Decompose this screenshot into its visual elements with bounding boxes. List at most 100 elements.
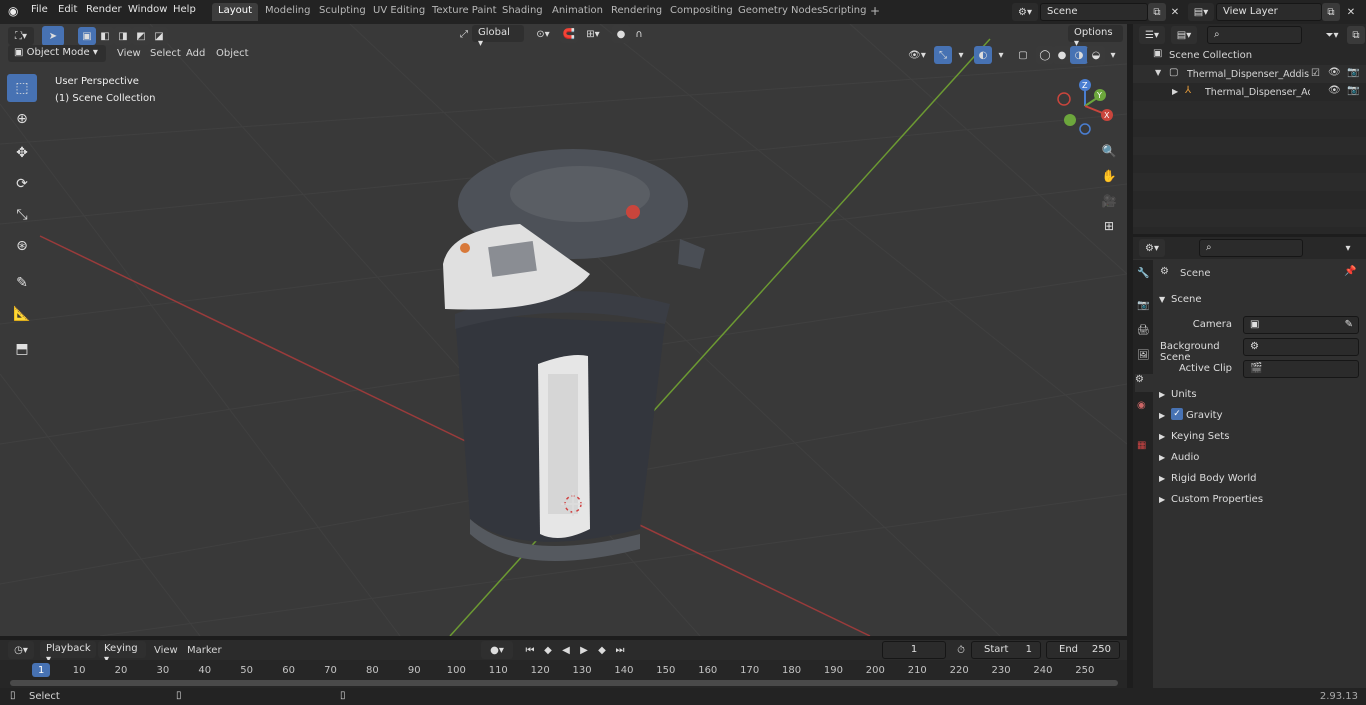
tab-uv-editing[interactable]: UV Editing <box>367 3 431 21</box>
menu-file[interactable]: File <box>31 4 48 15</box>
jump-end-icon[interactable]: ⏭ <box>611 641 629 659</box>
add-workspace-button[interactable]: + <box>870 4 880 18</box>
display-mode-icon[interactable]: ▤▾ <box>1171 26 1197 44</box>
shading-dropdown-icon[interactable]: ▾ <box>1104 46 1122 64</box>
overlay-icon[interactable]: ◐ <box>974 46 992 64</box>
view-layer-selector-icon[interactable]: ▤▾ <box>1188 3 1214 21</box>
current-frame-field[interactable]: 1 <box>882 641 946 659</box>
custom-properties-panel[interactable]: ▶ Custom Properties <box>1155 492 1363 512</box>
navigation-gizmo[interactable]: Z Y X <box>1055 74 1120 139</box>
transform-tool-icon[interactable]: ⊛ <box>7 232 37 260</box>
proportional-edit-icon[interactable]: ● <box>612 25 630 43</box>
object-visibility-eye-icon[interactable]: 👁 <box>1328 85 1341 96</box>
pivot-point-icon[interactable]: ⊙▾ <box>530 25 556 43</box>
timeline-editor-type-icon[interactable]: ◷▾ <box>8 641 34 659</box>
measure-tool-icon[interactable]: 📐 <box>7 300 37 328</box>
outliner-editor-type-icon[interactable]: ☰▾ <box>1139 26 1165 44</box>
units-panel[interactable]: ▶ Units <box>1155 387 1363 407</box>
zoom-view-icon[interactable]: 🔍 <box>1098 140 1120 162</box>
select-subtract-icon[interactable]: ◨ <box>114 27 132 45</box>
tab-modeling[interactable]: Modeling <box>259 3 317 21</box>
menu-render[interactable]: Render <box>86 4 122 15</box>
gizmo-icon[interactable]: ⤡ <box>934 46 952 64</box>
move-tool-icon[interactable]: ✥ <box>7 139 37 167</box>
transform-orientation-dropdown[interactable]: Global ▾ <box>472 25 524 49</box>
tab-compositing[interactable]: Compositing <box>664 3 739 21</box>
object-render-camera-icon[interactable]: 📷 <box>1347 85 1359 96</box>
proportional-falloff-icon[interactable]: ∩ <box>630 25 648 43</box>
copy-view-layer-icon[interactable]: ⧉ <box>1322 3 1340 21</box>
expand-object-icon[interactable]: ▶ <box>1172 87 1178 96</box>
add-cube-tool-icon[interactable]: ⬒ <box>7 335 37 363</box>
outliner-row-object[interactable]: ▶ ⅄ Thermal_Dispenser_Addi 👁 📷 <box>1133 83 1366 101</box>
tab-scripting[interactable]: Scripting <box>816 3 872 21</box>
gizmo-dropdown-icon[interactable]: ▾ <box>952 46 970 64</box>
rotate-tool-icon[interactable]: ⟳ <box>7 170 37 198</box>
mode-dropdown[interactable]: ▣ Object Mode ▾ <box>8 45 106 62</box>
select-tool-icon[interactable]: ➤ <box>42 26 64 46</box>
outliner-scene-collection[interactable]: Scene Collection <box>1169 50 1252 61</box>
next-keyframe-icon[interactable]: ◆ <box>593 641 611 659</box>
end-frame-field[interactable]: End 250 <box>1046 641 1120 659</box>
overlay-dropdown-icon[interactable]: ▾ <box>992 46 1010 64</box>
select-box-tool-icon[interactable]: ⬚ <box>7 74 37 102</box>
expand-collection-icon[interactable]: ▼ <box>1155 68 1161 77</box>
prev-keyframe-icon[interactable]: ◆ <box>539 641 557 659</box>
menu-edit[interactable]: Edit <box>58 4 77 15</box>
view-layer-field[interactable]: View Layer <box>1216 3 1322 21</box>
properties-options-icon[interactable]: ▾ <box>1339 239 1357 257</box>
options-dropdown[interactable]: Options ▾ <box>1068 25 1123 49</box>
select-intersect-icon[interactable]: ◩ <box>132 27 150 45</box>
camera-field[interactable]: ▣ ✎ <box>1243 316 1359 334</box>
start-frame-field[interactable]: Start 1 <box>971 641 1041 659</box>
pan-view-icon[interactable]: ✋ <box>1098 165 1120 187</box>
menu-help[interactable]: Help <box>173 4 196 15</box>
render-tab-icon[interactable]: 📷 <box>1137 300 1149 311</box>
visibility-icon[interactable]: 👁▾ <box>904 46 930 64</box>
output-tab-icon[interactable]: 🖨 <box>1137 325 1150 336</box>
material-shading-icon[interactable]: ◑ <box>1070 46 1088 64</box>
annotate-tool-icon[interactable]: ✎ <box>7 269 37 297</box>
tab-layout[interactable]: Layout <box>212 3 258 21</box>
exclude-checkbox-icon[interactable]: ☑ <box>1311 68 1320 79</box>
rigid-body-world-panel[interactable]: ▶ Rigid Body World <box>1155 471 1363 491</box>
select-invert-icon[interactable]: ◪ <box>150 27 168 45</box>
audio-panel[interactable]: ▶ Audio <box>1155 450 1363 470</box>
editor-type-icon[interactable]: ⛶▾ <box>8 27 34 45</box>
keying-sets-panel[interactable]: ▶ Keying Sets <box>1155 429 1363 449</box>
timeline-scrollbar[interactable] <box>10 680 1118 686</box>
3d-viewport[interactable]: ⛶▾ ➤ ▣ ◧ ◨ ◩ ◪ ⤢ Global ▾ ⊙▾ 🧲 ⊞▾ ● ∩ Op… <box>0 24 1127 636</box>
preview-range-icon[interactable]: ⏱ <box>952 641 970 659</box>
cursor-tool-icon[interactable]: ⊕ <box>7 105 37 133</box>
scale-tool-icon[interactable]: ⤡ <box>7 201 37 229</box>
viewport-menu-add[interactable]: Add <box>186 48 205 59</box>
visibility-eye-icon[interactable]: 👁 <box>1328 67 1341 78</box>
tab-shading[interactable]: Shading <box>496 3 549 21</box>
close-view-layer-icon[interactable]: ✕ <box>1342 3 1360 21</box>
xray-icon[interactable]: ▢ <box>1014 46 1032 64</box>
background-scene-field[interactable]: ⚙ <box>1243 338 1359 356</box>
scene-tab-icon[interactable]: ⚙ <box>1135 374 1153 392</box>
tab-geometry-nodes[interactable]: Geometry Nodes <box>732 3 828 21</box>
play-reverse-icon[interactable]: ◀ <box>557 641 575 659</box>
tab-rendering[interactable]: Rendering <box>605 3 668 21</box>
new-collection-icon[interactable]: ⧉ <box>1347 26 1365 44</box>
menu-window[interactable]: Window <box>128 4 167 15</box>
viewport-menu-view[interactable]: View <box>117 48 141 59</box>
transform-orientation-icon[interactable]: ⤢ <box>455 25 473 43</box>
viewport-menu-object[interactable]: Object <box>216 48 249 59</box>
scene-section-header[interactable]: ▼ Scene <box>1155 292 1363 312</box>
scene-selector-icon[interactable]: ⚙▾ <box>1012 3 1038 21</box>
world-tab-icon[interactable]: ◉ <box>1137 400 1146 411</box>
blender-logo-icon[interactable]: ◉ <box>8 4 18 18</box>
select-extend-icon[interactable]: ◧ <box>96 27 114 45</box>
jump-start-icon[interactable]: ⏮ <box>521 641 539 659</box>
play-icon[interactable]: ▶ <box>575 641 593 659</box>
rendered-shading-icon[interactable]: ◒ <box>1087 46 1105 64</box>
auto-keying-icon[interactable]: ●▾ <box>481 641 513 659</box>
snap-icon[interactable]: 🧲 <box>560 25 578 43</box>
outliner-row-collection[interactable]: ▼ ▢ Thermal_Dispenser_Addis_5L ☑ 👁 📷 <box>1133 65 1366 83</box>
gravity-checkbox[interactable]: ✓ <box>1171 408 1183 420</box>
properties-editor-type-icon[interactable]: ⚙▾ <box>1139 239 1165 257</box>
scene-name-field[interactable]: Scene <box>1040 3 1148 21</box>
